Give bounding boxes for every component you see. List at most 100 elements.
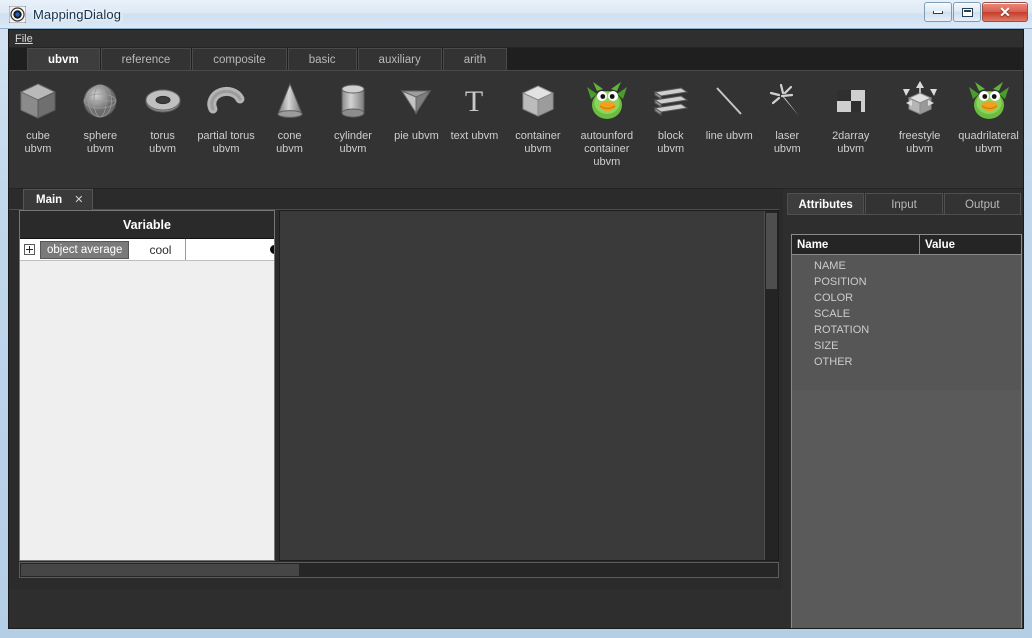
tool-label: cube ubvm — [24, 130, 52, 155]
cube-icon — [14, 77, 62, 125]
minimize-icon — [933, 10, 943, 14]
app-window: MappingDialog ✕ File ubvm reference comp… — [0, 0, 1032, 638]
tab-main[interactable]: Main ✕ — [23, 189, 94, 211]
green-bird-icon — [583, 77, 631, 125]
tool-label: quadrilateral ubvm — [958, 130, 1019, 155]
category-tab-strip: ubvm reference composite basic auxiliary… — [9, 48, 1023, 71]
pie-icon — [392, 77, 440, 125]
attributes-table: Name Value NAME POSITION COLOR SCALE ROT… — [791, 234, 1022, 628]
attributes-table-header: Name Value — [792, 235, 1021, 255]
tab-main-label: Main — [36, 193, 63, 206]
attributes-table-body[interactable]: NAME POSITION COLOR SCALE ROTATION SIZE … — [792, 255, 1021, 390]
tab-basic[interactable]: basic — [287, 48, 357, 70]
table-row[interactable]: ROTATION — [792, 322, 1021, 338]
canvas-horizontal-scrollbar[interactable] — [19, 562, 779, 578]
table-row[interactable]: OTHER — [792, 354, 1021, 370]
tab-input[interactable]: Input — [865, 193, 943, 215]
tool-freestyle-ubvm[interactable]: freestyle ubvm — [888, 77, 951, 156]
app-circle-icon — [8, 5, 27, 23]
freestyle-cube-arrows-icon — [896, 77, 944, 125]
variable-panel: Variable object average cool — [19, 210, 275, 561]
tab-reference[interactable]: reference — [100, 48, 192, 70]
graph-canvas[interactable] — [280, 211, 764, 560]
tool-2darray-ubvm[interactable]: 2darray ubvm — [819, 77, 882, 156]
menu-item-file[interactable]: File — [9, 30, 39, 48]
svg-text:T: T — [465, 85, 483, 118]
tool-sphere-ubvm[interactable]: sphere ubvm — [70, 77, 131, 156]
tool-label: text ubvm — [450, 130, 499, 142]
column-header-name: Name — [792, 235, 920, 254]
table-row[interactable]: COLOR — [792, 290, 1021, 306]
output-connector-dot[interactable] — [268, 243, 274, 256]
canvas-vertical-scrollbar[interactable] — [764, 211, 778, 560]
text-icon: T — [450, 77, 498, 125]
tool-label: cone ubvm — [276, 130, 303, 155]
line-icon — [705, 77, 753, 125]
attributes-table-empty-area — [792, 390, 1021, 628]
close-icon: ✕ — [999, 4, 1011, 20]
variable-column-header: Variable — [20, 211, 274, 239]
tool-pie-ubvm[interactable]: pie ubvm — [390, 77, 442, 143]
table-row[interactable]: POSITION — [792, 274, 1021, 290]
laser-star-icon — [763, 77, 811, 125]
tab-auxiliary[interactable]: auxiliary — [357, 48, 442, 70]
torus-icon — [139, 77, 187, 125]
column-divider — [185, 239, 186, 260]
variable-name[interactable]: object average — [40, 240, 130, 259]
maximize-icon — [961, 7, 973, 17]
tool-text-ubvm[interactable]: T text ubvm — [448, 77, 500, 143]
window-controls: ✕ — [923, 2, 1028, 22]
window-title: MappingDialog — [33, 6, 122, 22]
tab-output[interactable]: Output — [943, 193, 1021, 215]
tool-quadrilateral-ubvm[interactable]: quadrilateral ubvm — [957, 77, 1020, 156]
tool-label: cylinder ubvm — [334, 130, 372, 155]
minimize-button[interactable] — [924, 2, 952, 22]
variable-row[interactable]: object average cool — [20, 239, 274, 261]
tool-line-ubvm[interactable]: line ubvm — [703, 77, 755, 143]
tool-label: laser ubvm — [773, 130, 801, 155]
inspector-tabs: Attributes Input Output — [787, 193, 1022, 215]
close-icon[interactable]: ✕ — [74, 190, 83, 211]
title-bar: MappingDialog ✕ — [0, 0, 1032, 29]
variable-list-body[interactable] — [20, 261, 274, 560]
client-area: File ubvm reference composite basic auxi… — [8, 29, 1024, 629]
checker-array-icon — [827, 77, 875, 125]
tool-torus-ubvm[interactable]: torus ubvm — [137, 77, 189, 156]
canvas-horizontal-scroll-thumb[interactable] — [21, 564, 299, 576]
tool-cone-ubvm[interactable]: cone ubvm — [264, 77, 316, 156]
variable-value[interactable]: cool — [149, 243, 171, 257]
tool-cylinder-ubvm[interactable]: cylinder ubvm — [322, 77, 385, 156]
tool-label: block ubvm — [657, 130, 685, 155]
expand-icon[interactable] — [24, 244, 35, 255]
shape-toolbar: cube ubvm sphere ubvm torus ubvm partial… — [9, 71, 1023, 189]
table-row[interactable]: NAME — [792, 258, 1021, 274]
tab-ubvm[interactable]: ubvm — [27, 48, 100, 70]
close-button[interactable]: ✕ — [982, 2, 1028, 22]
tool-cube-ubvm[interactable]: cube ubvm — [12, 77, 64, 156]
tool-label: sphere ubvm — [83, 130, 118, 155]
tool-laser-ubvm[interactable]: laser ubvm — [761, 77, 813, 156]
tool-block-ubvm[interactable]: block ubvm — [644, 77, 697, 156]
inspector-panel: Attributes Input Output Name Value NAME … — [783, 189, 1023, 628]
tool-autounford-container-ubvm[interactable]: autounford container ubvm — [575, 77, 638, 169]
tool-partial-torus-ubvm[interactable]: partial torus ubvm — [195, 77, 258, 156]
tab-composite[interactable]: composite — [192, 48, 287, 70]
workspace-area: Main ✕ Variable object average cool Attr… — [9, 189, 1023, 628]
maximize-button[interactable] — [953, 2, 981, 22]
tool-container-ubvm[interactable]: container ubvm — [506, 77, 569, 156]
green-bird-icon — [965, 77, 1013, 125]
table-row[interactable]: SCALE — [792, 306, 1021, 322]
tool-label: container ubvm — [515, 130, 561, 155]
block-stack-icon — [647, 77, 695, 125]
cylinder-icon — [329, 77, 377, 125]
canvas-vertical-scroll-thumb[interactable] — [766, 213, 777, 289]
inspector-tab-underline — [787, 214, 1022, 215]
menu-item-file-label: File — [15, 32, 33, 45]
tool-label: autounford container ubvm — [580, 130, 634, 168]
tab-attributes[interactable]: Attributes — [787, 193, 865, 215]
tool-label: 2darray ubvm — [832, 130, 870, 155]
table-row[interactable]: SIZE — [792, 338, 1021, 354]
tool-label: freestyle ubvm — [898, 130, 941, 155]
tool-label: torus ubvm — [149, 130, 177, 155]
tab-arith[interactable]: arith — [442, 48, 508, 70]
